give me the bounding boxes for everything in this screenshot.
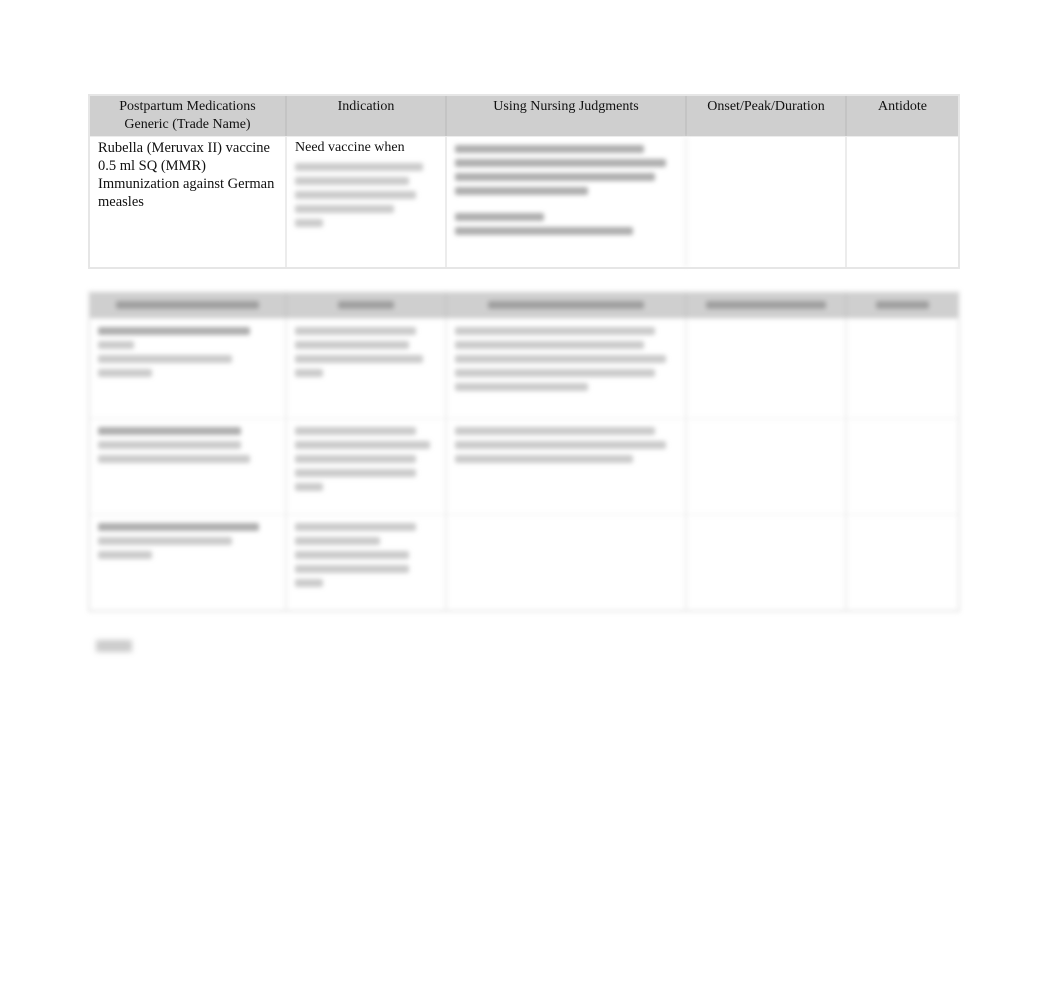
onset-cell [687,137,847,267]
medication-table-2-redacted [88,291,960,612]
indication-text: Need vaccine when [295,140,405,155]
nursing-cell-redacted [447,137,687,267]
header-nursing-judgments: Using Nursing Judgments [447,96,687,136]
page-footer-redacted [96,640,132,652]
medication-cell: Rubella (Meruvax II) vaccine 0.5 ml SQ (… [90,137,287,267]
table-row: Rubella (Meruvax II) vaccine 0.5 ml SQ (… [90,137,958,267]
header-onset-peak-duration: Onset/Peak/Duration [687,96,847,136]
indication-cell: Need vaccine when [287,137,447,267]
table-row [90,319,958,419]
antidote-cell [847,137,958,267]
header-antidote: Antidote [878,99,927,114]
table-header-row [90,293,958,319]
header-indication: Indication [287,96,447,136]
table-header-row: Postpartum Medications Generic (Trade Na… [90,96,958,137]
table-row [90,419,958,515]
medication-table-1: Postpartum Medications Generic (Trade Na… [88,94,960,269]
header-medications: Postpartum Medications Generic (Trade Na… [90,96,287,136]
table-row [90,515,958,610]
redacted-text [295,163,437,227]
